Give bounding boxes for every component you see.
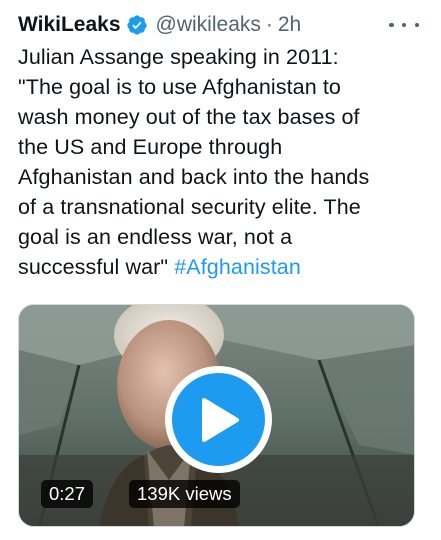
handle[interactable]: @wikileaks	[156, 13, 261, 37]
play-button-circle[interactable]	[172, 373, 265, 466]
tweet-text-line: the US and Europe through	[18, 135, 283, 159]
tweet-text-line: goal is an endless war, not a	[18, 225, 293, 249]
tweet-text-line: Julian Assange speaking in 2011:	[18, 45, 339, 69]
more-options-icon[interactable]	[389, 14, 419, 36]
play-button[interactable]	[165, 366, 272, 473]
separator-dot: ·	[265, 13, 273, 36]
video-player[interactable]: 0:27 139K views	[18, 304, 415, 527]
tweet-text-line-last: successful war" #Afghanistan	[18, 252, 428, 282]
tweet-text-line: of a transnational security elite. The	[18, 195, 361, 219]
tweet-text: Julian Assange speaking in 2011: "The go…	[18, 42, 428, 282]
tweet-text-line: "The goal is to use Afghanistan to	[18, 75, 341, 99]
view-count-badge: 139K views	[129, 480, 240, 508]
hashtag-link[interactable]: #Afghanistan	[174, 255, 301, 279]
tweet-text-tail: successful war"	[18, 255, 169, 279]
video-duration-badge: 0:27	[41, 480, 94, 508]
display-name[interactable]: WikiLeaks	[18, 13, 121, 37]
verified-badge-icon	[126, 14, 148, 36]
tweet-header: WikiLeaks @wikileaks · 2h	[18, 10, 427, 40]
tweet-text-line: wash money out of the tax bases of	[18, 105, 360, 129]
timestamp[interactable]: 2h	[278, 13, 301, 37]
tweet-text-line: Afghanistan and back into the hands	[18, 165, 370, 189]
tweet[interactable]: WikiLeaks @wikileaks · 2h Julian Assange…	[0, 0, 441, 540]
play-icon	[201, 397, 239, 442]
